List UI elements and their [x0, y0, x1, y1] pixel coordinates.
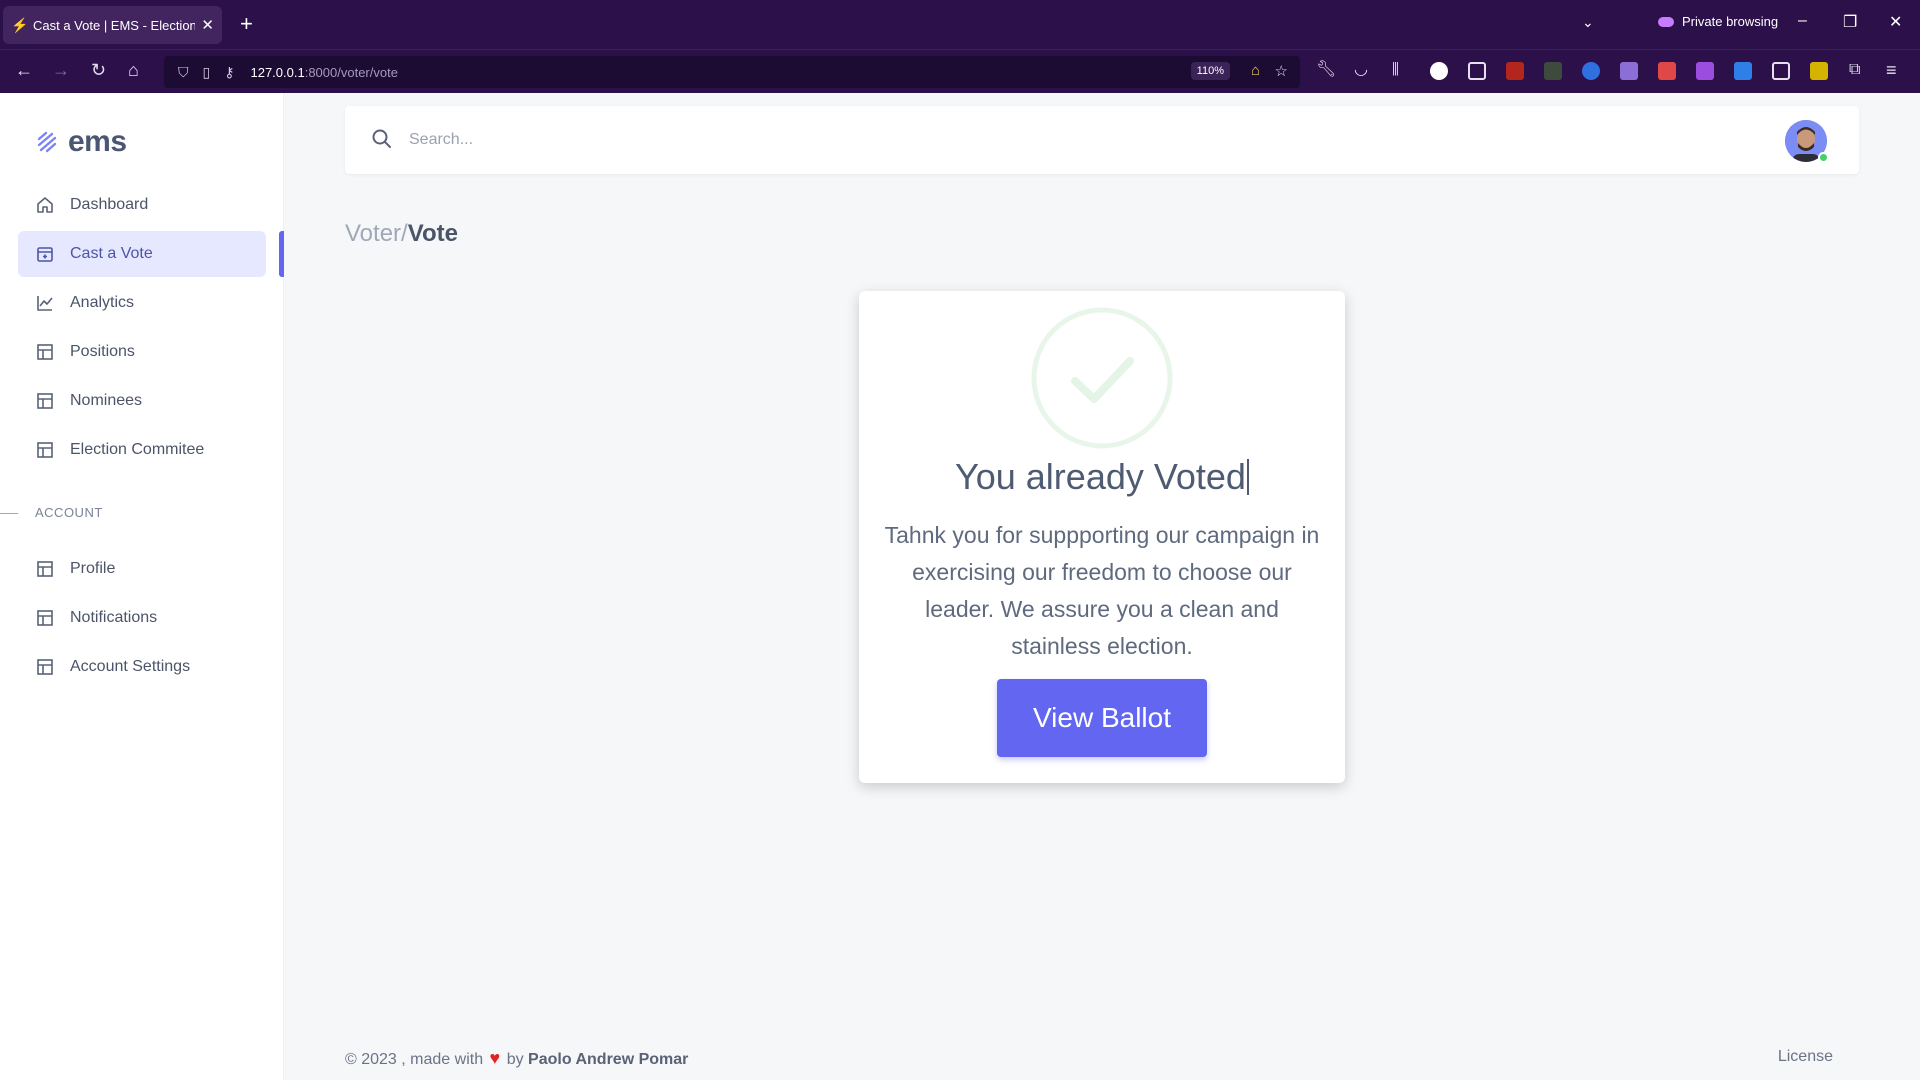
breadcrumb-current: Vote [407, 220, 458, 247]
tab-title: Cast a Vote | EMS - Election Ma [33, 17, 196, 33]
section-divider [0, 513, 18, 514]
sidebar: ems Dashboard Cast a Vote Analytics Posi… [0, 93, 284, 1080]
sidebar-item-label: Election Commitee [70, 441, 205, 458]
sidebar-item-nominees[interactable]: Nominees [18, 378, 266, 424]
extension-check-icon[interactable] [1734, 62, 1752, 80]
footer: © 2023 , made with ♥ by Paolo Andrew Pom… [345, 1048, 1833, 1069]
tab-close-icon[interactable]: ✕ [201, 16, 214, 34]
extension-slash-icon[interactable] [1772, 62, 1790, 80]
sidebar-item-label: Cast a Vote [70, 245, 153, 262]
heart-icon: ♥ [489, 1048, 501, 1068]
footer-by: by [506, 1051, 524, 1068]
sidebar-item-account-settings[interactable]: Account Settings [18, 644, 266, 690]
restore-icon[interactable]: ❐ [1843, 12, 1857, 32]
site-favicon-icon: ⚡ [11, 17, 29, 33]
sidebar-item-election-commitee[interactable]: Election Commitee [18, 427, 266, 473]
close-window-icon[interactable]: ✕ [1889, 12, 1902, 32]
extension-hex-icon[interactable] [1696, 62, 1714, 80]
url-path: :8000/voter/vote [304, 64, 398, 80]
footer-prefix: © 2023 , made with [345, 1051, 484, 1068]
footer-credit: © 2023 , made with ♥ by Paolo Andrew Pom… [345, 1048, 688, 1069]
browser-tabbar: ⚡ Cast a Vote | EMS - Election Ma ✕ + ⌄ … [0, 0, 1920, 49]
minimize-icon[interactable]: – [1798, 12, 1807, 30]
card-title: You already Voted [859, 456, 1345, 498]
sidebar-item-label: Nominees [70, 392, 143, 409]
shield-icon[interactable]: ⛉ [178, 64, 189, 81]
breadcrumb-parent[interactable]: Voter/ [345, 220, 408, 247]
app-logo[interactable]: ems [36, 125, 127, 159]
sidebar-item-label: Account Settings [70, 658, 191, 675]
search-icon[interactable] [371, 128, 393, 150]
account-section-label: ACCOUNT [35, 505, 103, 520]
check-circle-icon [1031, 307, 1173, 449]
library-icon[interactable]: ⫼ [1392, 60, 1399, 80]
layout-icon [36, 560, 54, 578]
breadcrumb: Voter/Vote [345, 220, 458, 248]
ublock-icon[interactable] [1506, 62, 1524, 80]
already-voted-card: You already Voted Tahnk you for suppport… [859, 291, 1345, 783]
sidebar-item-label: Dashboard [70, 196, 149, 213]
logo-mark-icon [37, 131, 57, 153]
active-indicator [279, 231, 284, 277]
layout-icon [36, 343, 54, 361]
layout-icon [36, 441, 54, 459]
extension-cube-icon[interactable] [1620, 62, 1638, 80]
sidebar-item-label: Notifications [70, 609, 158, 626]
online-status-dot [1818, 152, 1829, 163]
wrench-icon[interactable]: 🔧︎ [1316, 60, 1336, 80]
card-message: Tahnk you for suppporting our campaign i… [884, 522, 1320, 659]
extension-grey-icon[interactable] [1544, 62, 1562, 80]
home-icon[interactable]: ⌂ [128, 60, 139, 80]
card-title-text: You already Voted [955, 456, 1246, 497]
extension-camera-icon[interactable] [1658, 62, 1676, 80]
private-browsing-label: Private browsing [1682, 14, 1779, 29]
reload-icon[interactable]: ↻ [91, 60, 106, 80]
sidebar-item-profile[interactable]: Profile [18, 546, 266, 592]
sidebar-item-positions[interactable]: Positions [18, 329, 266, 375]
url-host: 127.0.0.1 [250, 64, 305, 80]
key-icon[interactable]: ⚷ [224, 64, 234, 81]
private-mask-icon [1658, 16, 1674, 27]
forward-icon[interactable]: → [52, 60, 70, 80]
sidebar-item-dashboard[interactable]: Dashboard [18, 182, 266, 228]
zoom-level[interactable]: 110% [1190, 62, 1230, 80]
home-page-icon[interactable]: ⌂ [1251, 62, 1260, 79]
layout-icon [36, 392, 54, 410]
home-icon [36, 196, 54, 214]
tab-list-chevron-icon[interactable]: ⌄ [1582, 14, 1594, 31]
sidebar-item-label: Positions [70, 343, 135, 360]
sidebar-item-cast-a-vote[interactable]: Cast a Vote [18, 231, 266, 277]
logo-text: ems [68, 125, 127, 158]
pocket-icon[interactable]: ◡ [1354, 60, 1368, 80]
sidebar-item-label: Analytics [70, 294, 135, 311]
extension-d-icon[interactable] [1430, 62, 1448, 80]
footer-author-link[interactable]: Paolo Andrew Pomar [528, 1051, 688, 1068]
back-icon[interactable]: ← [15, 60, 33, 80]
browser-navbar: ← → ↻ ⌂ ⛉ ▯ ⚷ 127.0.0.1 :8000/voter/vote… [0, 49, 1920, 93]
menu-icon[interactable]: ≡ [1886, 60, 1897, 80]
sidebar-icon[interactable] [1468, 62, 1486, 80]
extension-blue-icon[interactable] [1582, 62, 1600, 80]
sidebar-item-notifications[interactable]: Notifications [18, 595, 266, 641]
extension-dv-icon[interactable] [1810, 62, 1828, 80]
url-bar[interactable]: ⛉ ▯ ⚷ 127.0.0.1 :8000/voter/vote 110% ⌂ … [164, 56, 1300, 88]
layout-icon [36, 658, 54, 676]
new-tab-icon[interactable]: + [240, 12, 253, 36]
ballot-icon [36, 245, 54, 263]
page-icon[interactable]: ▯ [203, 64, 211, 81]
text-caret [1246, 459, 1249, 495]
bookmark-star-icon[interactable]: ☆ [1275, 62, 1288, 80]
top-search-bar [345, 106, 1859, 174]
layout-icon [36, 609, 54, 627]
search-input[interactable] [409, 124, 1009, 156]
browser-tab[interactable]: ⚡ Cast a Vote | EMS - Election Ma ✕ [3, 6, 222, 44]
sidebar-item-analytics[interactable]: Analytics [18, 280, 266, 326]
footer-license-link[interactable]: License [1778, 1048, 1833, 1069]
view-ballot-button[interactable]: View Ballot [997, 679, 1207, 757]
private-browsing-indicator: Private browsing [1658, 14, 1778, 29]
chart-icon [36, 294, 54, 312]
sidebar-item-label: Profile [70, 560, 116, 577]
extensions-puzzle-icon[interactable]: ⧉ [1849, 60, 1860, 80]
